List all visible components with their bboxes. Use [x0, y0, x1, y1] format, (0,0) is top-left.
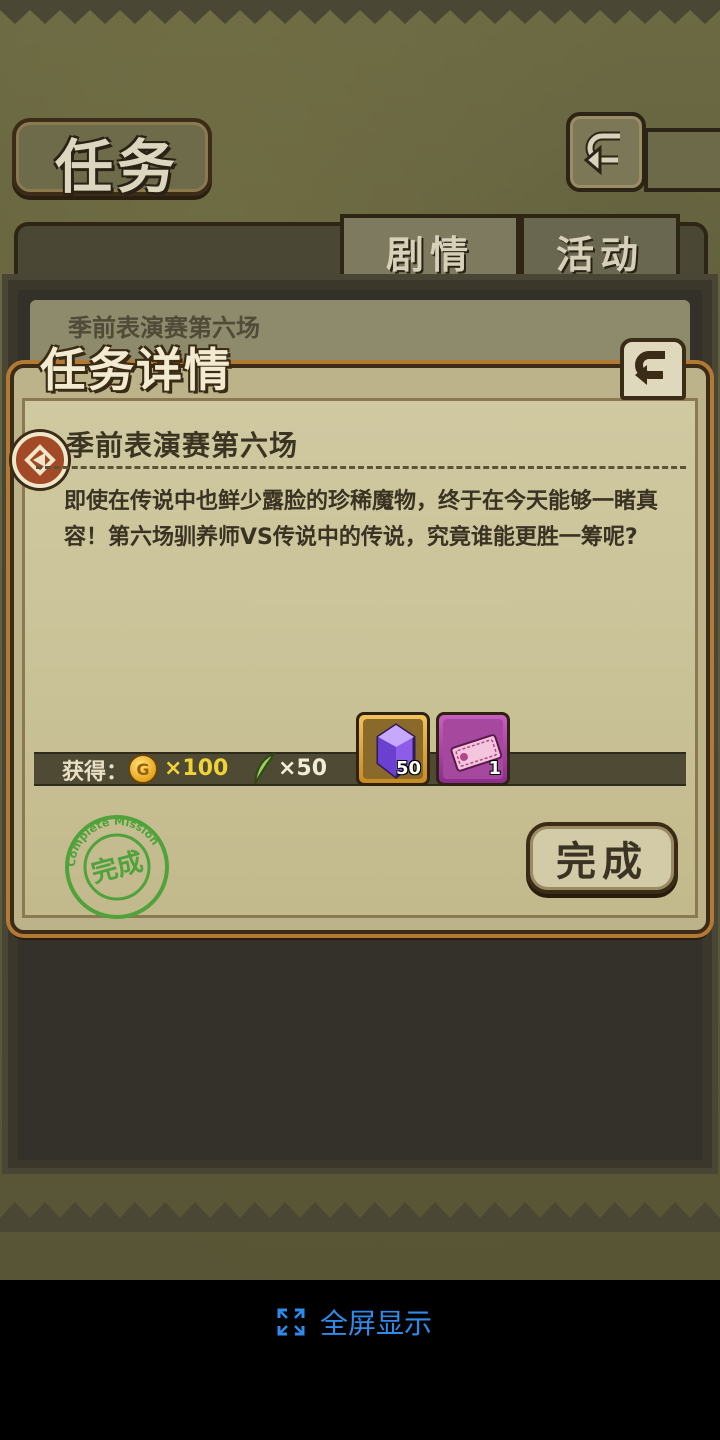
top-right-bar: [644, 128, 720, 192]
expand-icon: [277, 1308, 305, 1336]
rewards-label: 获得：: [62, 760, 129, 785]
gold-coin-icon: G: [128, 754, 158, 784]
bottom-zigzag-border: [0, 1202, 720, 1232]
page-title: 任务: [54, 133, 179, 201]
mission-marker-icon: [12, 432, 68, 488]
feather-reward-amount: ×50: [278, 756, 328, 781]
game-screen: 任务 剧情 活动 季前表演赛第六场 任务详情 季前表演赛第六场 即使在传说中也鲜…: [0, 0, 720, 1280]
top-zigzag-border: [0, 0, 720, 24]
stamp-text: 完成: [88, 846, 146, 889]
item-count: 1: [488, 758, 501, 779]
item-count: 50: [395, 758, 421, 779]
reward-item-ticket[interactable]: 1: [436, 712, 510, 786]
fullscreen-label: 全屏显示: [320, 1307, 433, 1340]
mission-complete-stamp: Complete Mission 完成: [65, 815, 169, 919]
mission-description: 即使在传说中也鲜少露脸的珍稀魔物，终于在今天能够一睹真容！第六场驯养师VS传说中…: [64, 489, 659, 550]
coin-reward-amount: ×100: [164, 756, 229, 781]
back-arrow-icon: [583, 131, 620, 176]
title-divider: [36, 466, 686, 469]
back-button[interactable]: [566, 112, 646, 192]
feather-icon: [254, 752, 277, 785]
mission-title: 季前表演赛第六场: [66, 429, 299, 462]
back-arrow-icon: [635, 351, 665, 385]
reward-item-crystal[interactable]: 50: [356, 712, 430, 786]
dialog-title: 任务详情: [40, 343, 232, 397]
complete-button[interactable]: 完成: [526, 822, 678, 894]
dialog-close-button[interactable]: [620, 338, 686, 400]
fullscreen-button[interactable]: 全屏显示: [276, 1302, 432, 1342]
